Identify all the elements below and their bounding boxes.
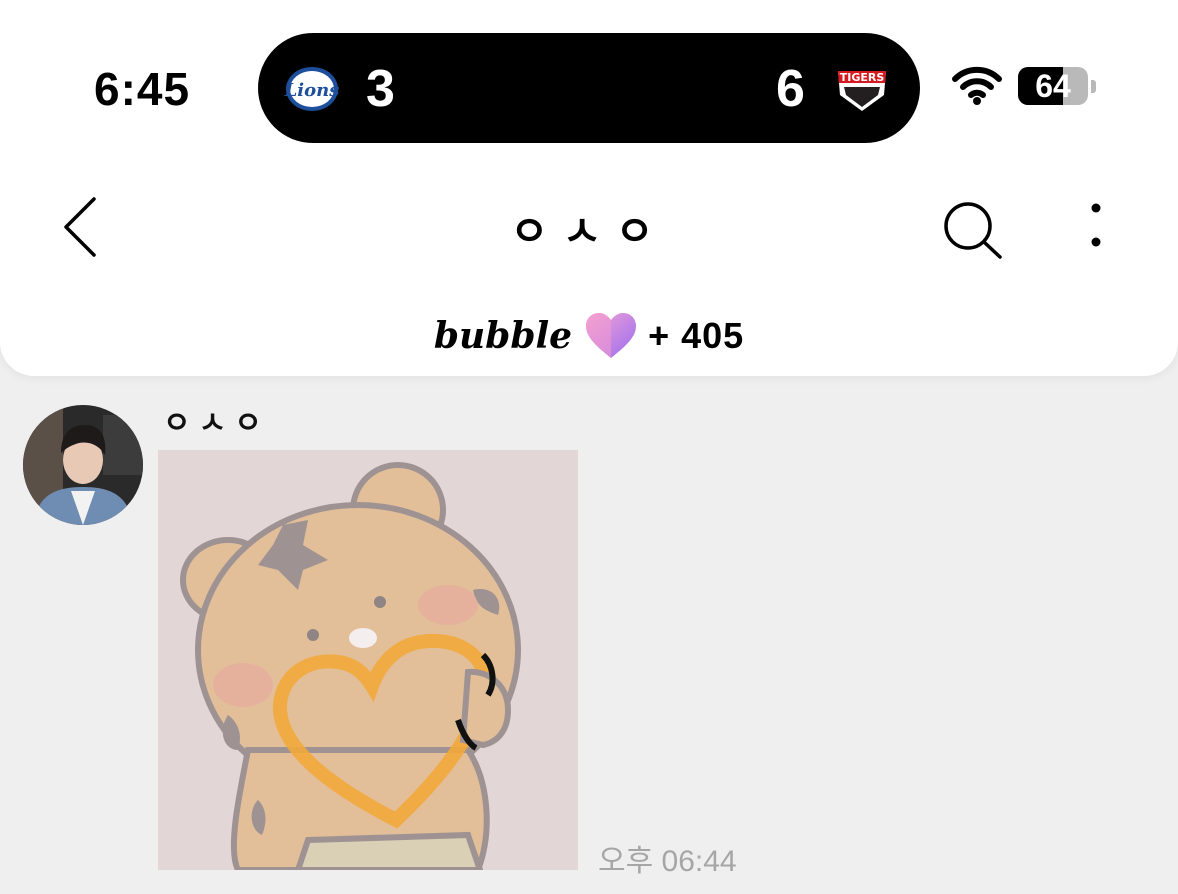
search-icon [944,202,1002,259]
wifi-icon [952,66,1002,105]
tiger-heart-sticker[interactable] [158,450,578,870]
gradient-heart-icon [586,313,637,358]
bubble-brand: bubble [433,315,573,357]
lions-logo-icon: Lions [284,67,339,111]
message-timestamp: 오후 06:44 [598,845,737,878]
home-score: 3 [366,60,395,118]
battery-cap [1091,80,1096,93]
avatar[interactable] [23,405,143,525]
dynamic-island-score[interactable]: Lions 3 6 TIGERS [258,33,920,143]
svg-text:TIGERS: TIGERS [840,71,885,84]
vertical-ellipsis-icon [1091,203,1101,247]
more-options-button[interactable] [1080,200,1112,256]
tigers-logo-icon: TIGERS [838,71,886,111]
bubble-count: + 405 [648,315,745,356]
battery-level: 64 [1035,68,1071,104]
status-time: 6:45 [94,63,191,115]
search-button[interactable] [938,198,1008,262]
chat-screen: 6:45 Lions 3 6 TIGERS 64 ㅇㅅㅇ bubble + 40… [0,0,1178,894]
battery-indicator: 64 [1018,67,1088,105]
bubble-counter[interactable]: bubble + 405 [0,308,1178,364]
svg-text:Lions: Lions [284,80,339,101]
away-score: 6 [776,60,805,118]
header: 6:45 Lions 3 6 TIGERS 64 ㅇㅅㅇ bubble + 40… [0,0,1178,376]
message-sender: ㅇㅅㅇ [163,407,270,440]
